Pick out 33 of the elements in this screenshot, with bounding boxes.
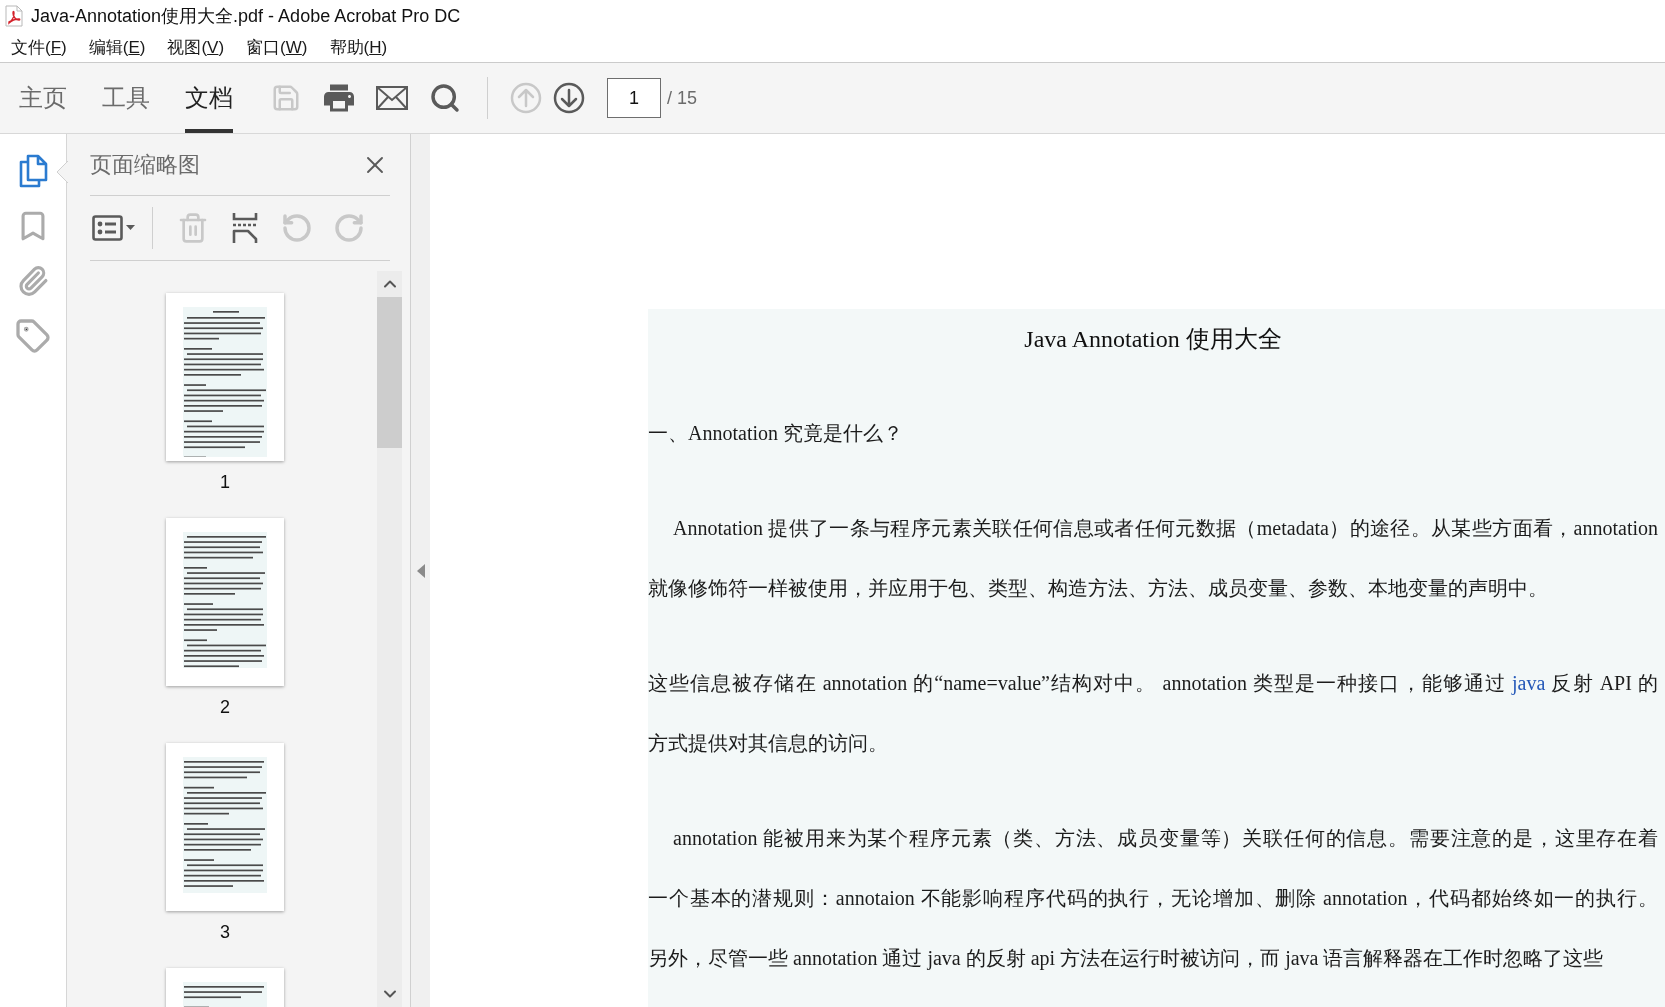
page-number-label: 3 [220,921,230,944]
menu-item[interactable]: 视图(V) [156,33,236,61]
panel-title: 页面缩略图 [90,150,200,179]
pages-icon[interactable] [18,154,48,188]
collapse-panel-handle[interactable] [411,134,430,1007]
page-number-label: 1 [220,471,230,494]
paragraph: 这些信息被存储在 annotation 的“name=value”结构对中。 annotation 类型是一种接口，能够通过 java 反射 API 的 方式提供对其信息的访问。 [648,671,1658,756]
triangle-left-icon[interactable] [416,563,425,578]
pdf-file-icon [5,5,23,27]
menu-item[interactable]: 编辑(E) [77,33,157,61]
page-thumbnail[interactable] [166,743,284,911]
paragraph: Annotation 提供了一条与程序元素关联任何信息或者任何元数据（metadata）的途径。从某些方面看，annotation 就像修饰符一样被使用，并应用于包、类型、构造方法、方法、成员变量、参数、本地变量的声明中。 [648,516,1658,601]
menu-item[interactable]: 文件(F) [0,33,78,61]
page-thumbnail[interactable] [166,518,284,686]
menu-item[interactable]: 帮助(H) [318,33,399,61]
page-thumbnail[interactable] [166,293,284,461]
page-number-label: 2 [220,696,230,719]
mail-icon[interactable] [376,86,408,110]
tab[interactable]: 工具 [102,63,150,133]
section-heading: 一、Annotation 究竟是什么？ [648,421,903,446]
extract-pages-icon[interactable] [232,212,258,244]
page-number-field[interactable]: 1 [607,78,661,118]
document-title: Java Annotation 使用大全 [1023,325,1283,354]
scrollbar-thumb[interactable] [377,297,402,448]
link[interactable]: java [1512,672,1546,694]
paperclip-icon[interactable] [17,265,49,297]
list-options-icon[interactable] [92,215,136,241]
page-count: / 15 [667,87,698,109]
tab[interactable]: 主页 [19,63,67,133]
scrollbar[interactable] [377,271,402,1007]
window-title: Java-Annotation使用大全.pdf - Adobe Acrobat Pro DC [31,5,461,28]
paragraph: annotation 能被用来为某个程序元素（类、方法、成员变量等）关联任何的信息。需要注意的是，这里存在着 一个基本的潜规则：annotaion 不能影响程序代码的执行，无论增加、删除 annotation，代码都始终如一的执行。 另外，尽管一些 annotation 通过 java 的反射 api 方法在运行时被访问，而 java 语言解释器在工作时忽略了这些 [648,826,1658,972]
menu-item[interactable]: 窗口(W) [235,33,319,61]
